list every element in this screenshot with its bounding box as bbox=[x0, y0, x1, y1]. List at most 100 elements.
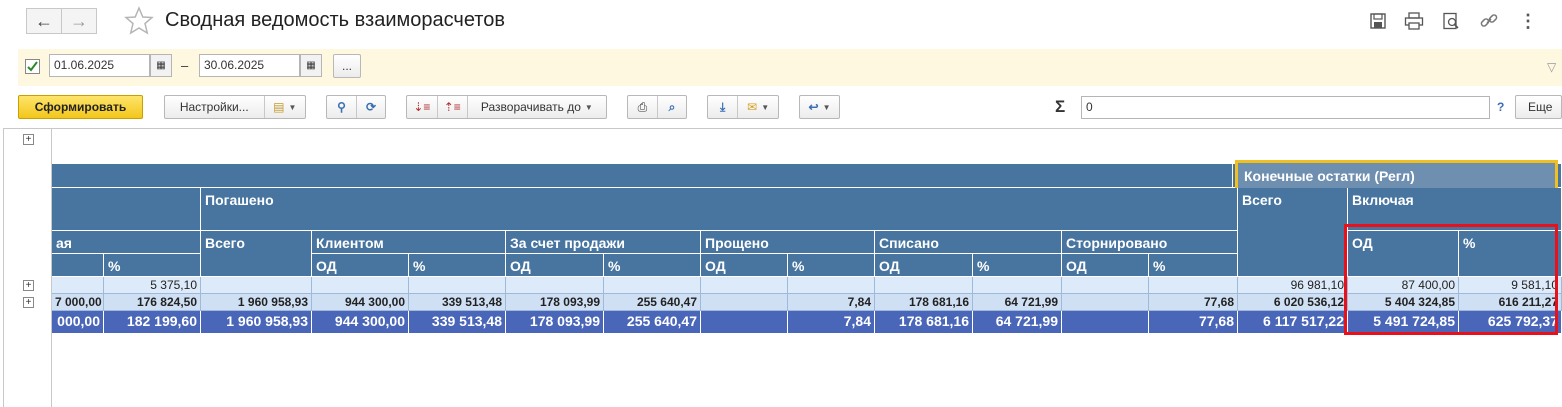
preview-button[interactable]: ⌕ bbox=[656, 96, 686, 118]
header-partial-pct: % bbox=[104, 254, 201, 277]
forward-button[interactable]: → bbox=[61, 8, 97, 34]
filter-icon[interactable]: ▽ bbox=[1547, 60, 1556, 74]
table-cell[interactable] bbox=[506, 277, 604, 294]
table-cell[interactable]: 000,00 bbox=[52, 311, 104, 333]
table-cell[interactable]: 7 000,00 bbox=[52, 294, 104, 311]
expand-to-dropdown[interactable]: Разворачивать до ▼ bbox=[466, 96, 606, 118]
sum-field[interactable]: 0 bbox=[1081, 96, 1490, 119]
print-icon[interactable] bbox=[1404, 11, 1424, 31]
table-cell[interactable] bbox=[1062, 277, 1149, 294]
link-icon[interactable] bbox=[1479, 11, 1499, 31]
header-total-final: Всего bbox=[1238, 188, 1348, 277]
header-client-pct: % bbox=[409, 254, 506, 277]
header-partial: ая bbox=[52, 231, 201, 254]
expand-icon[interactable]: + bbox=[23, 297, 34, 308]
table-cell[interactable]: 339 513,48 bbox=[409, 294, 506, 311]
header-including-pct: % bbox=[1459, 231, 1562, 277]
header-by-sale: За счет продажи bbox=[506, 231, 701, 254]
table-cell[interactable] bbox=[201, 277, 312, 294]
help-icon[interactable]: ? bbox=[1497, 100, 1504, 114]
header-band bbox=[52, 164, 1233, 188]
generate-button[interactable]: Сформировать bbox=[18, 95, 143, 119]
table-cell[interactable]: 255 640,47 bbox=[604, 294, 701, 311]
table-cell[interactable]: 944 300,00 bbox=[312, 311, 409, 333]
table-cell[interactable] bbox=[1149, 277, 1238, 294]
table-cell[interactable]: 64 721,99 bbox=[973, 294, 1062, 311]
table-cell[interactable] bbox=[312, 277, 409, 294]
date-from-field[interactable]: 01.06.2025 bbox=[49, 54, 150, 77]
table-cell[interactable] bbox=[604, 277, 701, 294]
page-title: Сводная ведомость взаиморасчетов bbox=[165, 9, 505, 31]
table-cell[interactable] bbox=[875, 277, 973, 294]
table-cell[interactable] bbox=[52, 277, 104, 294]
table-cell[interactable]: 178 681,16 bbox=[875, 294, 973, 311]
print-button[interactable]: ⎙ bbox=[628, 96, 657, 118]
table-cell[interactable]: 96 981,10 bbox=[1238, 277, 1348, 294]
header-reversed: Сторнировано bbox=[1062, 231, 1238, 254]
table-cell[interactable] bbox=[701, 294, 788, 311]
favorite-star-icon[interactable] bbox=[124, 6, 154, 36]
save-icon[interactable] bbox=[1368, 11, 1388, 31]
table-cell[interactable]: 77,68 bbox=[1149, 294, 1238, 311]
chevron-down-icon: ▼ bbox=[584, 102, 593, 112]
table-cell[interactable] bbox=[701, 277, 788, 294]
table-cell[interactable]: 9 581,10 bbox=[1459, 277, 1562, 294]
more-vertical-icon[interactable]: ⋮ bbox=[1518, 11, 1538, 31]
table-cell[interactable]: 182 199,60 bbox=[104, 311, 201, 333]
search-next-button[interactable]: ⟳ bbox=[355, 96, 385, 118]
table-cell[interactable]: 5 491 724,85 bbox=[1348, 311, 1459, 333]
search-button[interactable]: ⚲ bbox=[327, 96, 356, 118]
table-cell[interactable]: 77,68 bbox=[1149, 311, 1238, 333]
period-select-button[interactable]: ... bbox=[333, 54, 361, 78]
table-cell[interactable]: 178 093,99 bbox=[506, 311, 604, 333]
table-cell[interactable] bbox=[1062, 294, 1149, 311]
expand-to-label: Разворачивать до bbox=[480, 100, 581, 114]
settings-button[interactable]: Настройки... bbox=[165, 96, 264, 118]
back-button[interactable]: ← bbox=[26, 8, 62, 34]
period-dash: – bbox=[181, 58, 189, 73]
header-including-od: ОД bbox=[1348, 231, 1459, 277]
variants-dropdown[interactable]: ▤ ▼ bbox=[263, 96, 306, 118]
table-cell[interactable]: 178 681,16 bbox=[875, 311, 973, 333]
table-cell[interactable]: 176 824,50 bbox=[104, 294, 201, 311]
go-to-dropdown[interactable]: ↩ ▼ bbox=[799, 95, 840, 119]
table-cell[interactable]: 625 792,37 bbox=[1459, 311, 1562, 333]
table-cell[interactable]: 178 093,99 bbox=[506, 294, 604, 311]
more-actions-button[interactable]: Еще bbox=[1515, 95, 1562, 119]
download-button[interactable]: ⤓ bbox=[708, 96, 737, 118]
table-cell[interactable]: 255 640,47 bbox=[604, 311, 701, 333]
preview-icon[interactable] bbox=[1441, 11, 1461, 31]
date-to-field[interactable]: 30.06.2025 bbox=[199, 54, 300, 77]
search-button-group: ⚲ ⟳ bbox=[326, 95, 386, 119]
table-cell[interactable]: 6 117 517,22 bbox=[1238, 311, 1348, 333]
expand-icon[interactable]: + bbox=[23, 134, 34, 145]
table-cell[interactable]: 1 960 958,93 bbox=[201, 311, 312, 333]
table-cell[interactable]: 1 960 958,93 bbox=[201, 294, 312, 311]
table-cell[interactable]: 7,84 bbox=[788, 294, 875, 311]
period-checkbox[interactable] bbox=[25, 59, 40, 74]
table-cell[interactable]: 7,84 bbox=[788, 311, 875, 333]
expand-icon[interactable]: + bbox=[23, 280, 34, 291]
grouping-button-group: ⇣≡ ⇡≡ Разворачивать до ▼ bbox=[406, 95, 607, 119]
expand-rows-icon: ⇣≡ bbox=[413, 100, 431, 114]
table-cell[interactable]: 339 513,48 bbox=[409, 311, 506, 333]
table-cell[interactable]: 944 300,00 bbox=[312, 294, 409, 311]
table-cell[interactable]: 5 404 324,85 bbox=[1348, 294, 1459, 311]
table-cell[interactable]: 616 211,27 bbox=[1459, 294, 1562, 311]
email-dropdown[interactable]: ✉ ▼ bbox=[737, 96, 778, 118]
final-balances-label[interactable]: Конечные остатки (Регл) bbox=[1235, 160, 1558, 191]
expand-all-button[interactable]: ⇣≡ bbox=[407, 96, 437, 118]
table-cell[interactable] bbox=[788, 277, 875, 294]
calendar-icon[interactable]: ▦ bbox=[300, 54, 322, 77]
table-cell[interactable] bbox=[973, 277, 1062, 294]
table-cell[interactable] bbox=[701, 311, 788, 333]
return-arrow-icon: ↩ bbox=[808, 100, 819, 114]
table-cell[interactable] bbox=[409, 277, 506, 294]
table-cell[interactable]: 5 375,10 bbox=[104, 277, 201, 294]
table-cell[interactable] bbox=[1062, 311, 1149, 333]
table-cell[interactable]: 64 721,99 bbox=[973, 311, 1062, 333]
table-cell[interactable]: 87 400,00 bbox=[1348, 277, 1459, 294]
collapse-all-button[interactable]: ⇡≡ bbox=[436, 96, 467, 118]
table-cell[interactable]: 6 020 536,12 bbox=[1238, 294, 1348, 311]
calendar-icon[interactable]: ▦ bbox=[150, 54, 172, 77]
